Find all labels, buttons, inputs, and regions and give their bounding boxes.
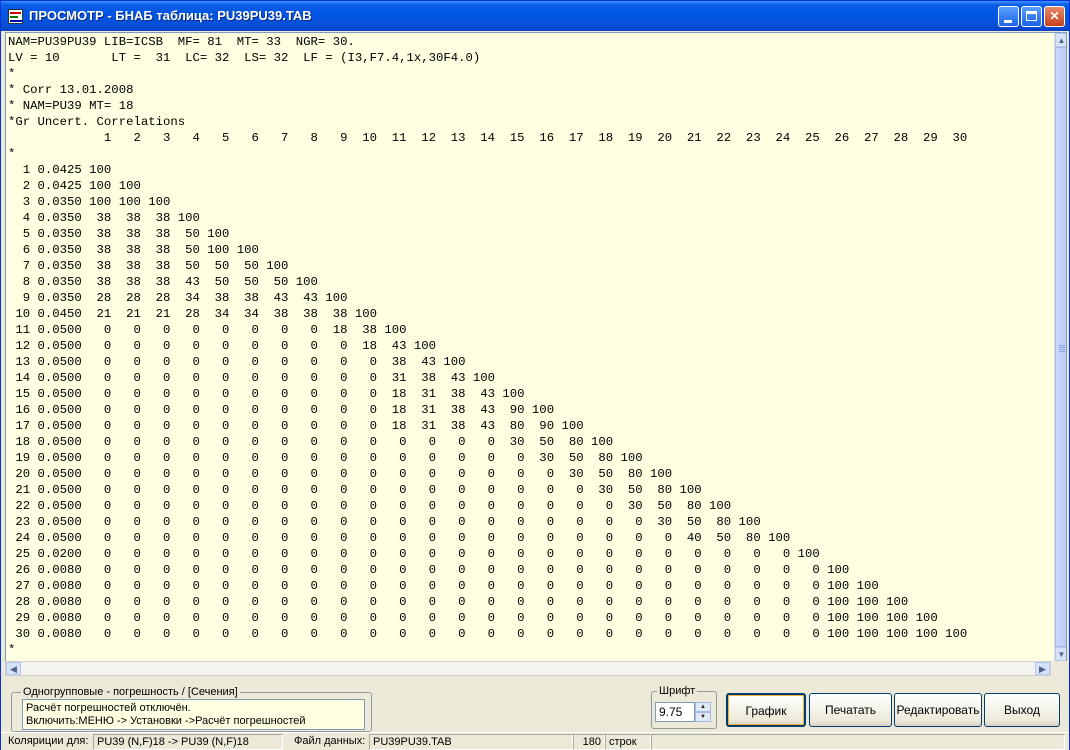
text-line: 9 0.0350 28 28 28 34 38 38 43 43 100 — [8, 291, 348, 305]
scroll-up-icon[interactable]: ▲ — [1055, 33, 1066, 47]
scroll-left-icon[interactable]: ◀ — [6, 662, 21, 675]
uncertainty-info-line-2: Включить:МЕНЮ -> Установки ->Расчёт погр… — [26, 715, 306, 727]
text-line: 3 0.0350 100 100 100 — [8, 195, 171, 209]
text-line: 22 0.0500 0 0 0 0 0 0 0 0 0 0 0 0 0 0 0 … — [8, 499, 732, 513]
exit-button[interactable]: Выход — [984, 693, 1060, 727]
text-line: 16 0.0500 0 0 0 0 0 0 0 0 0 0 18 31 38 4… — [8, 403, 555, 417]
scroll-down-icon[interactable]: ▼ — [1055, 647, 1066, 661]
vertical-scroll-thumb[interactable] — [1055, 47, 1066, 647]
status-covariance-value: PU39 (N,F)18 -> PU39 (N,F)18 — [93, 734, 283, 750]
status-bar: Коляриции для: PU39 (N,F)18 -> PU39 (N,F… — [1, 732, 1069, 750]
text-line: 25 0.0200 0 0 0 0 0 0 0 0 0 0 0 0 0 0 0 … — [8, 547, 820, 561]
text-line: 21 0.0500 0 0 0 0 0 0 0 0 0 0 0 0 0 0 0 … — [8, 483, 702, 497]
status-file-label: Файл данных: — [294, 735, 366, 747]
text-line: LV = 10 LT = 31 LC= 32 LS= 32 LF = (I3,F… — [8, 51, 481, 65]
font-size-input[interactable]: 9.75 — [655, 702, 695, 722]
text-line: 4 0.0350 38 38 38 100 — [8, 211, 200, 225]
text-line: 19 0.0500 0 0 0 0 0 0 0 0 0 0 0 0 0 0 0 … — [8, 451, 643, 465]
text-line: 15 0.0500 0 0 0 0 0 0 0 0 0 0 18 31 38 4… — [8, 387, 525, 401]
vertical-scrollbar[interactable]: ▲ ▼ — [1054, 33, 1066, 661]
text-line: 17 0.0500 0 0 0 0 0 0 0 0 0 0 18 31 38 4… — [8, 419, 584, 433]
text-line: 12 0.0500 0 0 0 0 0 0 0 0 0 18 43 100 — [8, 339, 437, 353]
text-line: 7 0.0350 38 38 38 50 50 50 100 — [8, 259, 289, 273]
text-line: 8 0.0350 38 38 38 43 50 50 50 100 — [8, 275, 318, 289]
scroll-right-icon[interactable]: ▶ — [1035, 662, 1050, 675]
text-line: *Gr Uncert. Correlations — [8, 115, 186, 129]
font-size-up-icon[interactable]: ▲ — [695, 702, 711, 712]
scroll-corner — [1051, 661, 1067, 676]
text-line: * Corr 13.01.2008 — [8, 83, 134, 97]
table-text-view[interactable]: NAM=PU39PU39 LIB=ICSB MF= 81 MT= 33 NGR=… — [5, 32, 1067, 662]
text-line: 24 0.0500 0 0 0 0 0 0 0 0 0 0 0 0 0 0 0 … — [8, 531, 791, 545]
text-line: 14 0.0500 0 0 0 0 0 0 0 0 0 0 31 38 43 1… — [8, 371, 496, 385]
font-group-legend: Шрифт — [657, 685, 698, 697]
app-chart-icon — [8, 9, 23, 24]
edit-button[interactable]: Редактировать — [894, 693, 982, 727]
text-line: 5 0.0350 38 38 38 50 100 — [8, 227, 230, 241]
close-icon: ✕ — [1049, 9, 1060, 23]
text-line: 27 0.0080 0 0 0 0 0 0 0 0 0 0 0 0 0 0 0 … — [8, 579, 879, 593]
text-line: * — [8, 67, 16, 81]
close-button[interactable]: ✕ — [1044, 6, 1065, 27]
text-line: * — [8, 643, 16, 657]
text-line: * NAM=PU39 MT= 18 — [8, 99, 134, 113]
viewer-window: ПРОСМОТР - БНАБ таблица: PU39PU39.TAB ✕ … — [0, 0, 1070, 750]
minimize-button[interactable] — [998, 6, 1019, 27]
maximize-icon — [1026, 11, 1037, 21]
text-line: 13 0.0500 0 0 0 0 0 0 0 0 0 0 38 43 100 — [8, 355, 466, 369]
status-empty-panel — [651, 734, 1065, 750]
minimize-icon — [1004, 20, 1012, 23]
text-line: 10 0.0450 21 21 21 28 34 34 38 38 38 100 — [8, 307, 377, 321]
print-button[interactable]: Печатать — [809, 693, 892, 727]
status-lines-label: строк — [605, 734, 651, 750]
status-file-value: PU39PU39.TAB — [369, 734, 573, 750]
text-line: * — [8, 147, 16, 161]
horizontal-scrollbar[interactable]: ◀ ▶ — [5, 661, 1051, 676]
uncertainty-info-line-1: Расчёт погрешностей отключён. — [26, 702, 191, 714]
status-covariance-label: Коляриции для: — [8, 735, 89, 747]
text-line: 30 0.0080 0 0 0 0 0 0 0 0 0 0 0 0 0 0 0 … — [8, 627, 968, 641]
text-line: 6 0.0350 38 38 38 50 100 100 — [8, 243, 259, 257]
text-line: 2 0.0425 100 100 — [8, 179, 141, 193]
title-bar[interactable]: ПРОСМОТР - БНАБ таблица: PU39PU39.TAB ✕ — [1, 1, 1069, 31]
text-line: 29 0.0080 0 0 0 0 0 0 0 0 0 0 0 0 0 0 0 … — [8, 611, 938, 625]
text-line: NAM=PU39PU39 LIB=ICSB MF= 81 MT= 33 NGR=… — [8, 35, 355, 49]
text-line: 11 0.0500 0 0 0 0 0 0 0 0 18 38 100 — [8, 323, 407, 337]
text-line: 23 0.0500 0 0 0 0 0 0 0 0 0 0 0 0 0 0 0 … — [8, 515, 761, 529]
text-line: 20 0.0500 0 0 0 0 0 0 0 0 0 0 0 0 0 0 0 … — [8, 467, 673, 481]
maximize-button[interactable] — [1021, 6, 1042, 27]
font-size-down-icon[interactable]: ▼ — [695, 712, 711, 722]
text-line: 28 0.0080 0 0 0 0 0 0 0 0 0 0 0 0 0 0 0 … — [8, 595, 909, 609]
uncertainty-group-legend: Одногрупповые - погрешность / [Сечения] — [21, 686, 240, 698]
uncertainty-info-box: Расчёт погрешностей отключён. Включить:М… — [22, 699, 365, 730]
text-line: 18 0.0500 0 0 0 0 0 0 0 0 0 0 0 0 0 0 30… — [8, 435, 614, 449]
text-line: 1 0.0425 100 — [8, 163, 112, 177]
window-title: ПРОСМОТР - БНАБ таблица: PU39PU39.TAB — [29, 8, 312, 23]
table-text[interactable]: NAM=PU39PU39 LIB=ICSB MF= 81 MT= 33 NGR=… — [8, 34, 1052, 661]
text-line: 1 2 3 4 5 6 7 8 9 10 11 12 13 14 15 16 1… — [8, 131, 968, 145]
status-line-count: 180 — [573, 734, 605, 750]
text-line: 26 0.0080 0 0 0 0 0 0 0 0 0 0 0 0 0 0 0 … — [8, 563, 850, 577]
graph-button[interactable]: График — [726, 693, 806, 727]
